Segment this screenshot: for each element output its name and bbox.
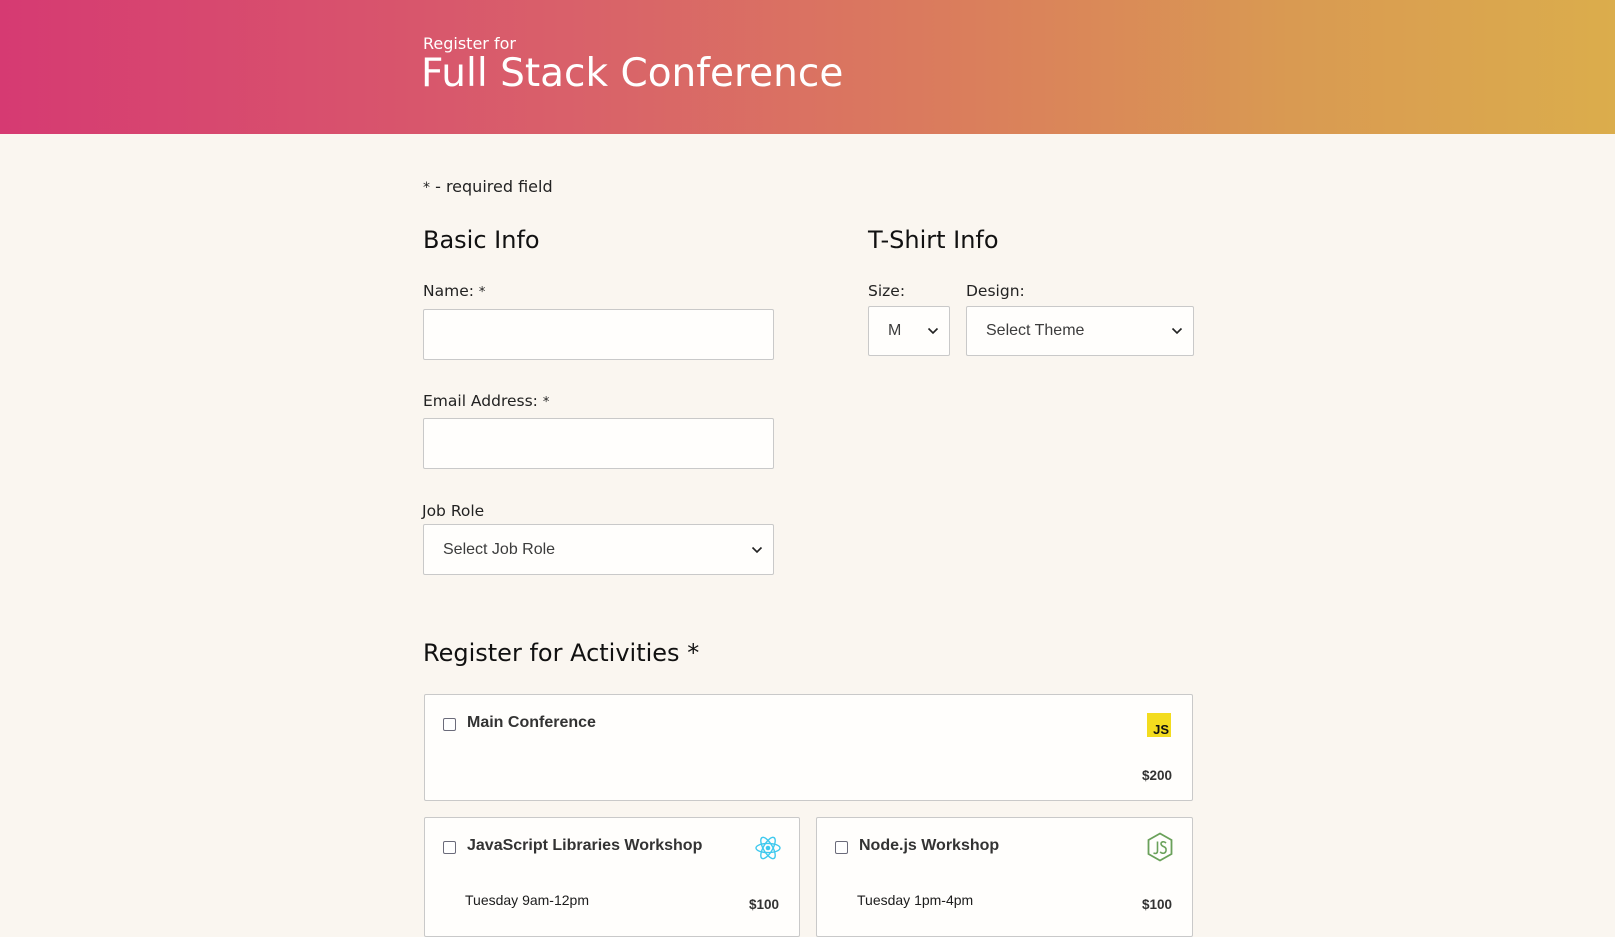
nodejs-icon — [1147, 832, 1173, 862]
email-label-text: Email Address: — [423, 392, 538, 410]
activities-heading-text: Register for Activities — [423, 639, 680, 667]
javascript-icon: JS — [1147, 713, 1171, 737]
required-note-text: - required field — [430, 177, 553, 196]
required-asterisk: * — [423, 180, 430, 196]
required-asterisk: * — [687, 639, 700, 667]
javascript-icon-label: JS — [1153, 722, 1169, 737]
react-icon — [755, 836, 781, 860]
page-header: Register for Full Stack Conference — [0, 0, 1615, 134]
name-label: Name: * — [423, 282, 485, 300]
design-select[interactable]: Select Theme — [966, 306, 1194, 356]
activity-price: $100 — [748, 897, 779, 912]
javascript-libraries-checkbox[interactable] — [443, 841, 456, 854]
email-label: Email Address: * — [423, 392, 549, 410]
email-input[interactable] — [423, 418, 774, 469]
job-role-select[interactable]: Select Job Role — [423, 524, 774, 575]
design-selected-value: Select Theme — [986, 322, 1085, 339]
tshirt-info-heading: T-Shirt Info — [868, 226, 999, 254]
chevron-down-icon — [751, 546, 763, 553]
chevron-down-icon — [927, 327, 939, 335]
name-input[interactable] — [423, 309, 774, 360]
required-field-note: * - required field — [423, 177, 553, 196]
job-role-label: Job Role — [422, 502, 485, 520]
activity-price: $100 — [1141, 897, 1172, 912]
main-conference-checkbox[interactable] — [443, 718, 456, 731]
nodejs-workshop-checkbox[interactable] — [835, 841, 848, 854]
activity-title: JavaScript Libraries Workshop — [467, 837, 703, 854]
activity-title: Main Conference — [467, 714, 596, 731]
activity-card-javascript-libraries-workshop[interactable]: JavaScript Libraries Workshop Tuesday 9a… — [424, 817, 800, 937]
size-label: Size: — [868, 282, 906, 300]
chevron-down-icon — [1171, 327, 1183, 335]
required-asterisk: * — [478, 285, 486, 300]
page-title: Full Stack Conference — [421, 51, 844, 96]
name-label-text: Name: — [423, 282, 474, 300]
activity-time: Tuesday 1pm-4pm — [857, 892, 974, 908]
activity-price: $200 — [1141, 768, 1172, 783]
job-role-selected-value: Select Job Role — [443, 540, 556, 558]
size-selected-value: M — [888, 322, 902, 339]
activity-time: Tuesday 9am-12pm — [465, 892, 589, 908]
activity-title: Node.js Workshop — [859, 837, 1000, 854]
activities-heading: Register for Activities * — [423, 639, 699, 667]
basic-info-heading: Basic Info — [423, 226, 540, 254]
design-label: Design: — [966, 282, 1025, 300]
activity-card-main-conference[interactable]: Main Conference JS $200 — [424, 694, 1193, 801]
required-asterisk: * — [542, 395, 550, 410]
size-select[interactable]: M — [868, 306, 950, 356]
activity-card-nodejs-workshop[interactable]: Node.js Workshop Tuesday 1pm-4pm $100 — [816, 817, 1193, 937]
